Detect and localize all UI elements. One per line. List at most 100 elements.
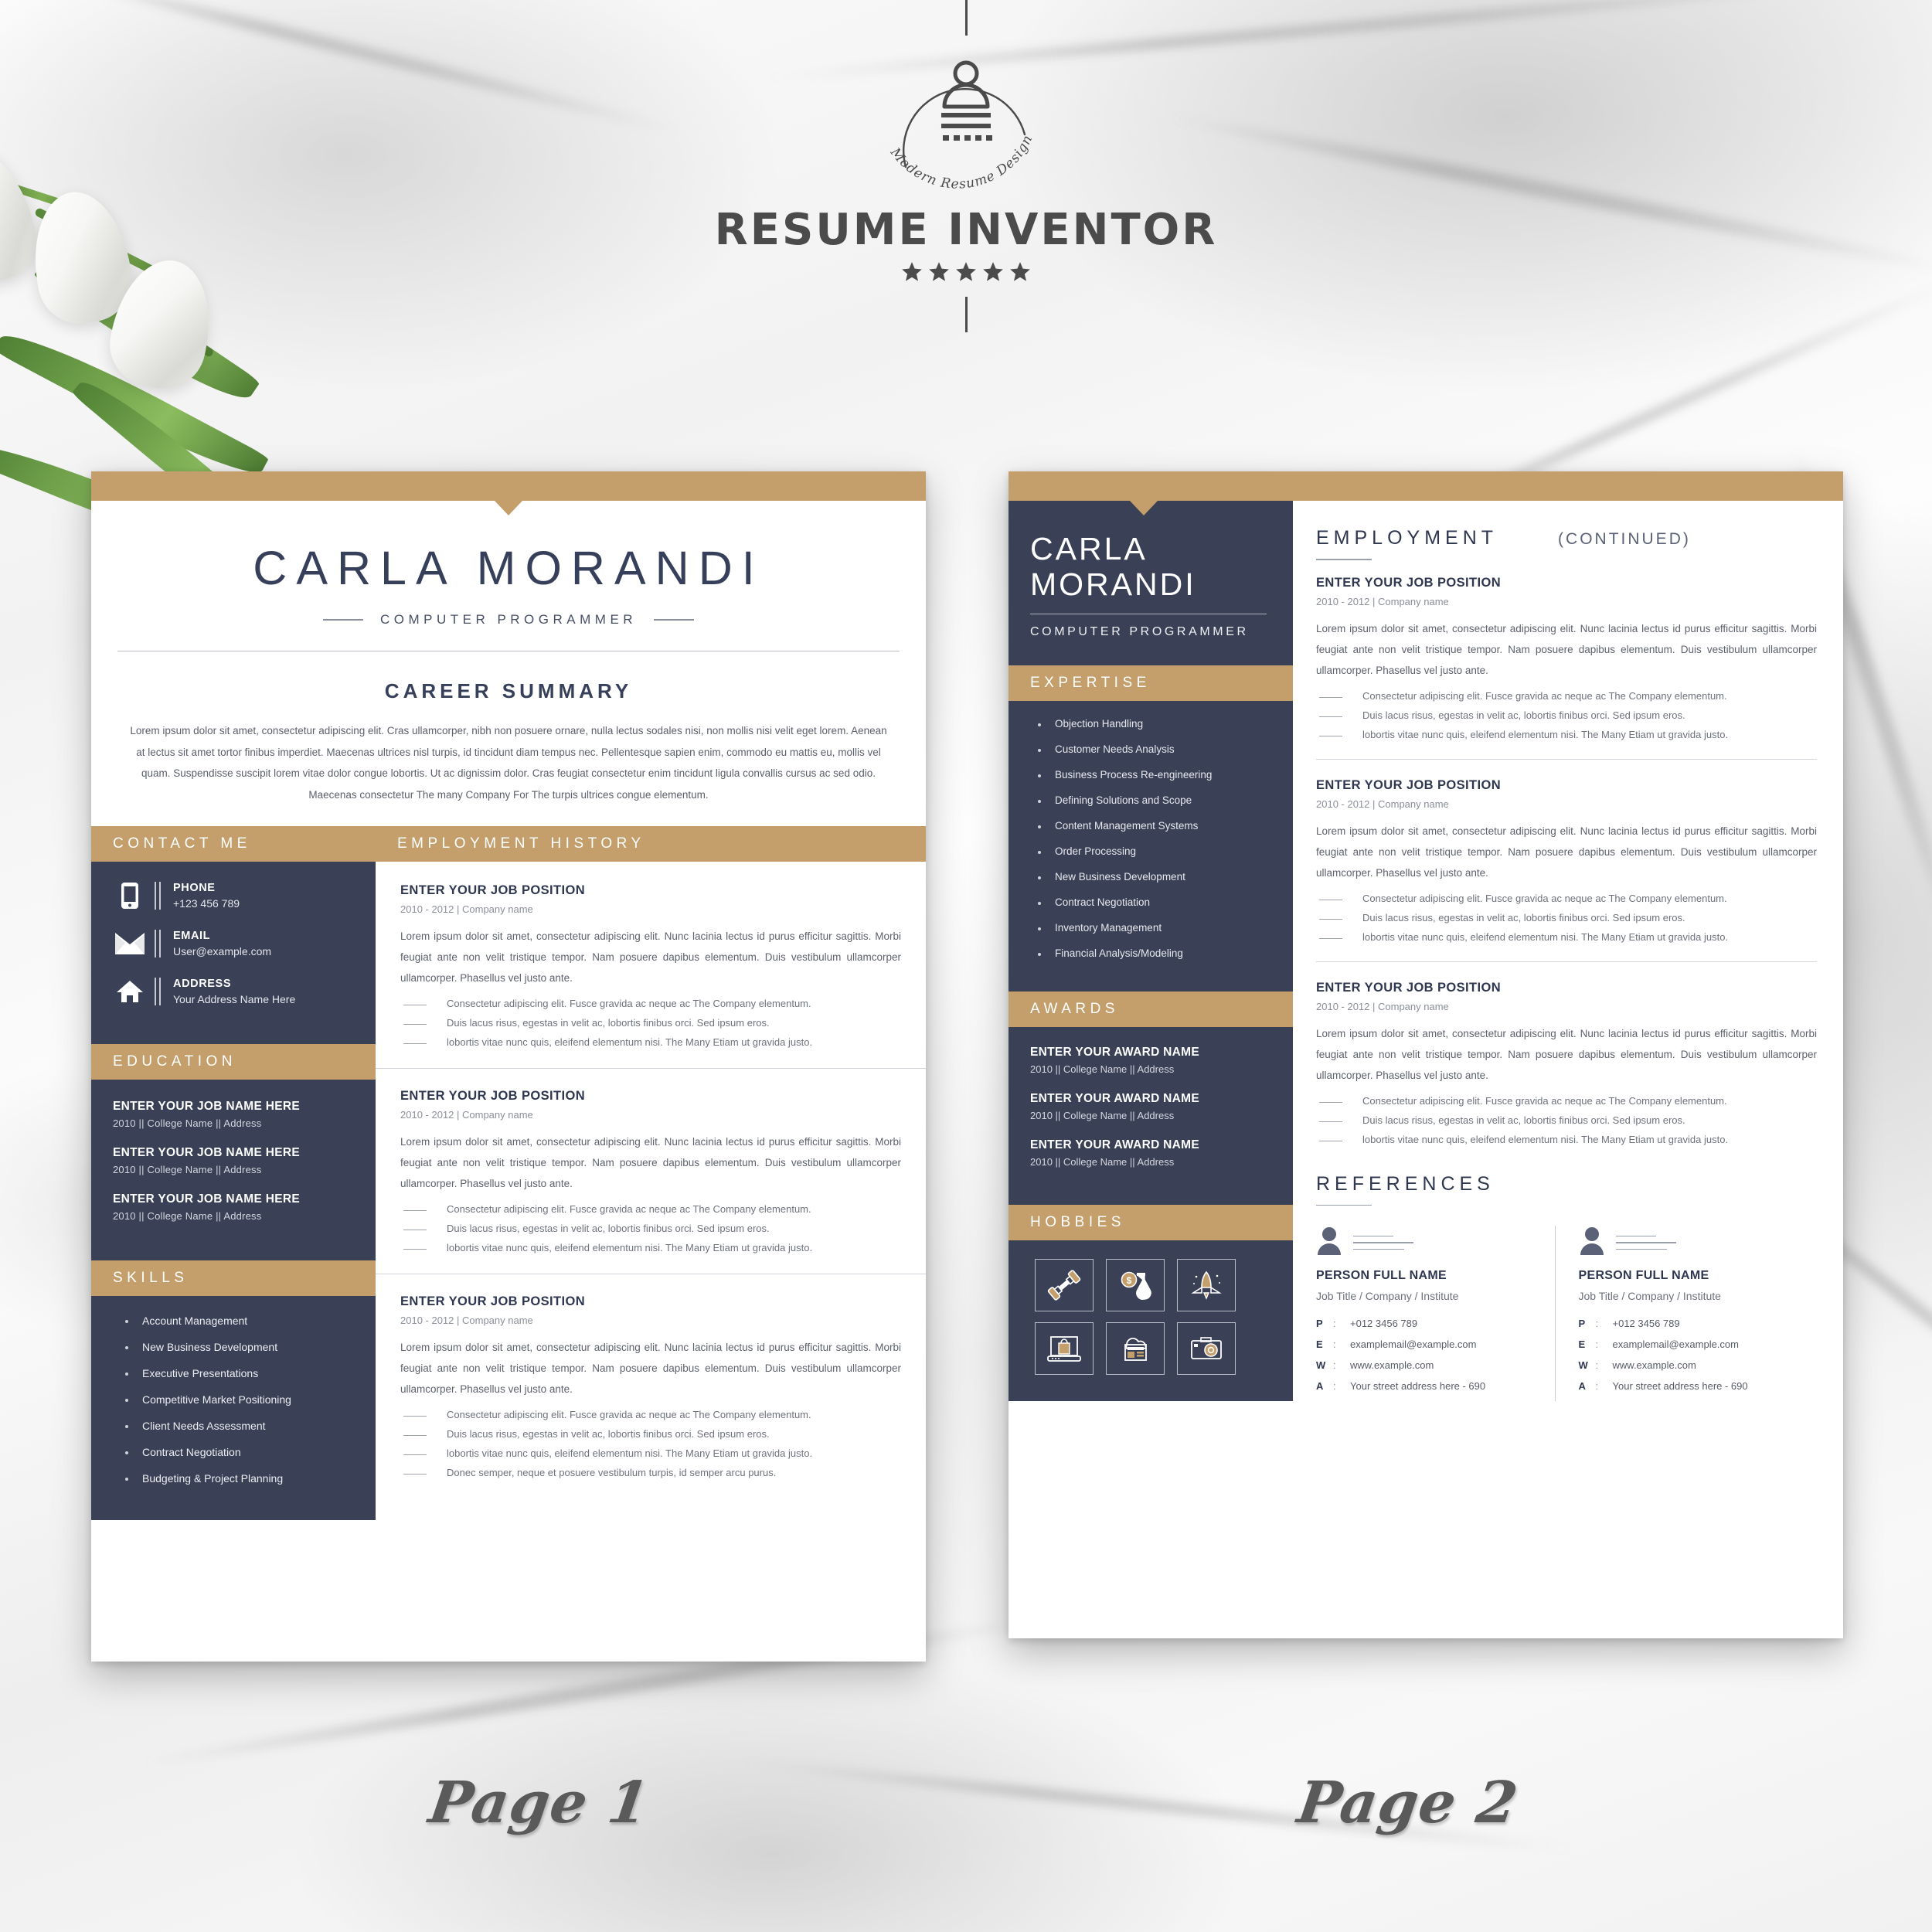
education-heading: EDUCATION — [91, 1043, 376, 1080]
reference-job-title: Job Title / Company / Institute — [1578, 1290, 1721, 1303]
employment-continued-label: (CONTINUED) — [1558, 530, 1691, 548]
expertise-item: Business Process Re-engineering — [1035, 769, 1293, 781]
job-bullet-text: lobortis vitae nunc quis, eleifend eleme… — [447, 1447, 813, 1459]
job-bullet-text: Consectetur adipiscing elit. Fusce gravi… — [447, 1202, 811, 1215]
skills-list: Account Management New Business Developm… — [91, 1296, 376, 1520]
education-meta: 2010 || College Name || Address — [113, 1163, 262, 1175]
references-grid: PERSON FULL NAME Job Title / Company / I… — [1316, 1226, 1818, 1402]
star-icon — [983, 262, 1003, 281]
job-title: ENTER YOUR JOB POSITION — [400, 883, 586, 897]
reference-value: Your street address here - 690 — [1612, 1380, 1748, 1393]
job-bullet-text: Donec semper, neque et posuere vestibulu… — [447, 1466, 777, 1478]
contact-item-email[interactable]: EMAIL User@example.com — [113, 929, 376, 957]
career-summary-heading: CAREER SUMMARY — [384, 679, 633, 702]
reference-placeholder-lines — [1353, 1231, 1413, 1250]
top-tick-mark — [964, 0, 968, 36]
page2-sidebar: CARLA MORANDI COMPUTER PROGRAMMER EXPERT… — [1009, 501, 1293, 1402]
reference-key: E — [1316, 1338, 1323, 1351]
reference-name: PERSON FULL NAME — [1316, 1269, 1447, 1283]
reference-key: W — [1316, 1359, 1326, 1372]
skills-heading: SKILLS — [91, 1260, 376, 1296]
award-meta: 2010 || College Name || Address — [1030, 1110, 1175, 1122]
page2-last-name: MORANDI — [1030, 566, 1196, 602]
job-bullet-text: Duis lacus risus, egestas in velit ac, l… — [447, 1427, 770, 1440]
contact-item-address[interactable]: ADDRESS Your Address Name Here — [113, 977, 376, 1005]
education-name: ENTER YOUR JOB NAME HERE — [113, 1192, 301, 1206]
reference-sep: : — [1333, 1359, 1336, 1372]
award-name: ENTER YOUR AWARD NAME — [1030, 1138, 1200, 1152]
address-icon — [113, 979, 147, 1004]
page2-name-rule — [1030, 613, 1267, 615]
skill-item: Account Management — [122, 1315, 376, 1327]
page1-role-row: COMPUTER PROGRAMMER — [127, 612, 890, 628]
job-bullets: Consectetur adipiscing elit. Fusce gravi… — [400, 1409, 901, 1478]
job-entry: ENTER YOUR JOB POSITION 2010 - 2012 | Co… — [1316, 961, 1817, 1145]
star-icon — [902, 262, 922, 281]
education-name: ENTER YOUR JOB NAME HERE — [113, 1099, 301, 1113]
rocket-launch-icon — [1191, 1271, 1222, 1301]
reference-sep: : — [1333, 1318, 1336, 1330]
resume-page-1: CARLA MORANDI COMPUTER PROGRAMMER CAREER … — [91, 471, 926, 1662]
expertise-item: Inventory Management — [1035, 922, 1293, 934]
job-bullet: Duis lacus risus, egestas in velit ac, l… — [1316, 912, 1817, 923]
contact-divider-bars — [155, 881, 161, 910]
expertise-item: Order Processing — [1035, 845, 1293, 857]
page2-name-block: CARLA MORANDI COMPUTER PROGRAMMER — [1009, 501, 1293, 665]
contact-item-phone[interactable]: PHONE +123 456 789 — [113, 881, 376, 910]
award-meta: 2010 || College Name || Address — [1030, 1156, 1175, 1168]
reference-value: www.example.com — [1350, 1359, 1434, 1372]
awards-heading: AWARDS — [1009, 992, 1293, 1028]
job-bullets: Consectetur adipiscing elit. Fusce gravi… — [400, 998, 901, 1048]
hobby-cell — [1177, 1322, 1236, 1376]
job-entry: ENTER YOUR JOB POSITION 2010 - 2012 | Co… — [376, 883, 926, 1048]
job-bullet-text: Duis lacus risus, egestas in velit ac, l… — [1362, 709, 1685, 721]
cloud-web-icon — [1124, 1338, 1147, 1362]
job-bullet: Duis lacus risus, egestas in velit ac, l… — [1316, 709, 1817, 721]
reference-contact-row: A: Your street address here - 690 — [1316, 1380, 1533, 1392]
expertise-list: Objection Handling Customer Needs Analys… — [1009, 701, 1293, 992]
hobbies-grid: $ — [1009, 1240, 1293, 1401]
fitness-dumbbell-icon — [1047, 1270, 1081, 1301]
job-title: ENTER YOUR JOB POSITION — [1316, 575, 1502, 590]
reference-contact-row: E: examplemail@example.com — [1316, 1338, 1533, 1350]
contact-value-email: User@example.com — [173, 944, 272, 957]
job-meta: 2010 - 2012 | Company name — [400, 1314, 533, 1326]
reference-value: +012 3456 789 — [1612, 1318, 1680, 1330]
star-icon — [929, 262, 949, 281]
references-section: REFERENCES PERSON FULL NAME Job Title / … — [1316, 1173, 1817, 1402]
job-bullet-text: Consectetur adipiscing elit. Fusce gravi… — [1362, 892, 1727, 904]
job-title: ENTER YOUR JOB POSITION — [400, 1088, 586, 1103]
star-icon — [1010, 262, 1030, 281]
bullet-dash — [403, 1248, 427, 1250]
reference-card: PERSON FULL NAME Job Title / Company / I… — [1554, 1226, 1818, 1402]
education-item: ENTER YOUR JOB NAME HERE 2010 || College… — [113, 1100, 376, 1129]
job-meta: 2010 - 2012 | Company name — [1316, 1000, 1449, 1012]
job-bullet: Consectetur adipiscing elit. Fusce gravi… — [1316, 690, 1817, 702]
job-body: Lorem ipsum dolor sit amet, consectetur … — [1316, 825, 1817, 879]
gold-notch-triangle — [1130, 501, 1158, 515]
job-bullets: Consectetur adipiscing elit. Fusce gravi… — [1316, 690, 1817, 740]
education-item: ENTER YOUR JOB NAME HERE 2010 || College… — [113, 1192, 376, 1222]
reference-contact-rows: P: +012 3456 789 E: examplemail@example.co… — [1316, 1318, 1533, 1392]
contact-heading: CONTACT ME — [91, 825, 376, 862]
award-item: ENTER YOUR AWARD NAME 2010 || College Na… — [1030, 1138, 1293, 1168]
bullet-dash — [1319, 1101, 1342, 1103]
page2-role: COMPUTER PROGRAMMER — [1030, 625, 1249, 639]
reference-value: examplemail@example.com — [1350, 1338, 1477, 1351]
page1-full-name: CARLA MORANDI — [127, 541, 890, 595]
bullet-dash — [1319, 918, 1342, 920]
job-bullet-text: lobortis vitae nunc quis, eleifend eleme… — [1362, 1133, 1729, 1145]
job-bullet-text: lobortis vitae nunc quis, eleifend eleme… — [447, 1036, 813, 1048]
contact-value-address: Your Address Name Here — [173, 992, 296, 1005]
reference-key: P — [1316, 1318, 1323, 1330]
career-summary-body: Lorem ipsum dolor sit amet, consectetur … — [130, 725, 887, 801]
job-bullet: Duis lacus risus, egestas in velit ac, l… — [400, 1017, 901, 1029]
page1-header: CARLA MORANDI COMPUTER PROGRAMMER — [91, 501, 926, 628]
job-bullet: Consectetur adipiscing elit. Fusce gravi… — [400, 1203, 901, 1215]
hobby-cell — [1035, 1259, 1094, 1312]
expertise-heading: EXPERTISE — [1009, 665, 1293, 702]
job-meta: 2010 - 2012 | Company name — [400, 903, 533, 915]
skill-item: Contract Negotiation — [122, 1446, 376, 1458]
job-bullet-text: Consectetur adipiscing elit. Fusce gravi… — [447, 997, 811, 1009]
bullet-dash — [403, 1434, 427, 1436]
